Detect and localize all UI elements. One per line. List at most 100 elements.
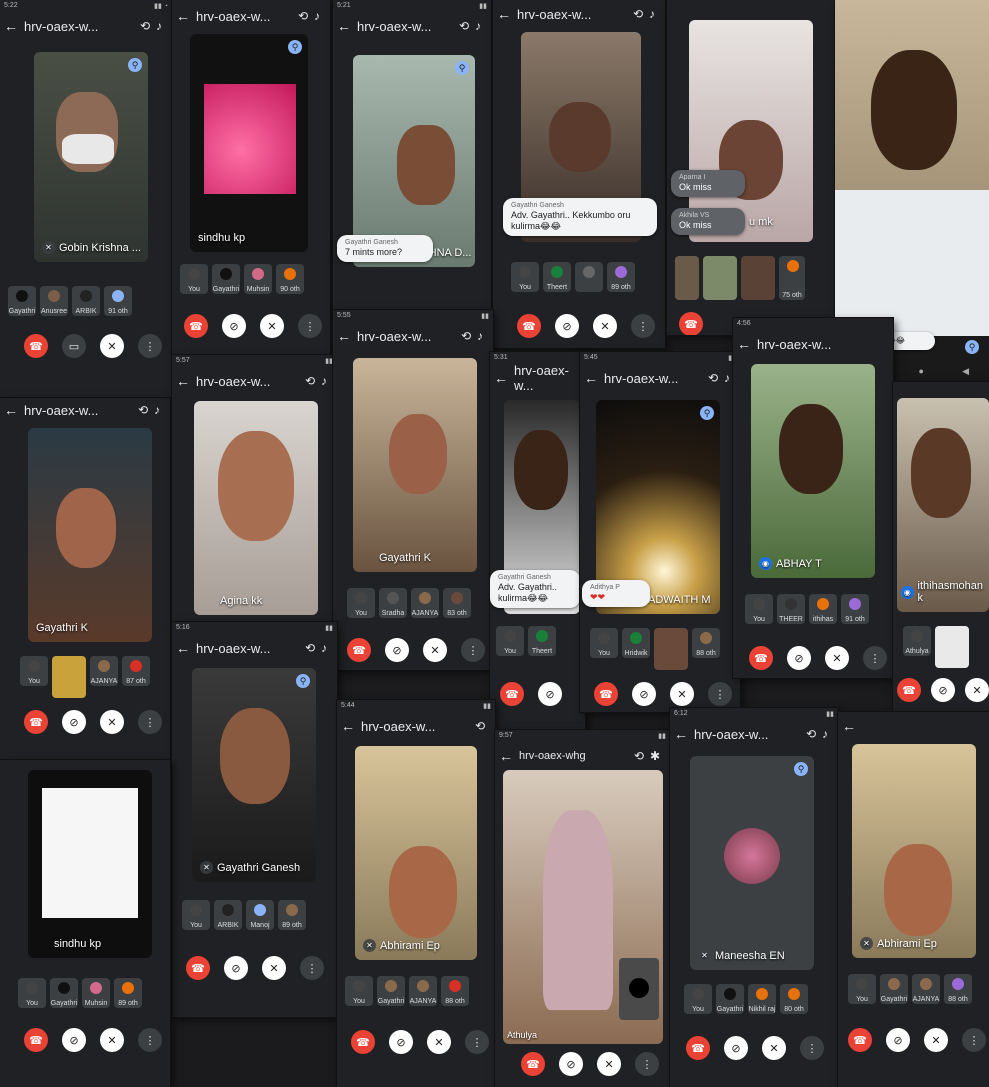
speaker-icon[interactable]: ⟲♪ xyxy=(298,9,326,23)
camera-off-button[interactable]: ⊘ xyxy=(559,1052,583,1076)
participant-tile[interactable]: Gayathri xyxy=(212,264,240,294)
speaker-icon[interactable]: ⟲♪ xyxy=(138,403,166,417)
meeting-code[interactable]: hrv-oaex-w... xyxy=(24,19,98,34)
camera-off-button[interactable]: ⊘ xyxy=(62,1028,86,1052)
back-arrow-icon[interactable]: ← xyxy=(499,748,513,764)
back-arrow-icon[interactable]: ← xyxy=(4,18,18,34)
chat-bubble[interactable]: Aparna I Ok miss xyxy=(671,170,745,198)
participant-strip[interactable]: You Sradha AJANYA 83 oth xyxy=(347,588,471,618)
camera-button[interactable]: ▭ xyxy=(62,334,86,358)
participant-tile[interactable]: You xyxy=(180,264,208,294)
participant-tile[interactable]: AJANYA xyxy=(409,976,437,1006)
back-arrow-icon[interactable]: ← xyxy=(497,6,511,22)
participant-tile[interactable]: AJANYA xyxy=(912,974,940,1004)
camera-off-button[interactable]: ⊘ xyxy=(724,1036,748,1060)
back-arrow-icon[interactable]: ← xyxy=(584,370,598,386)
chat-bubble[interactable]: Akhila VS Ok miss xyxy=(671,208,745,236)
more-options-button[interactable]: ⋮ xyxy=(298,314,322,338)
meeting-code[interactable]: hrv-oaex-w... xyxy=(357,19,431,34)
end-call-button[interactable]: ☎ xyxy=(24,1028,48,1052)
speaker-icon[interactable]: ⟲♪ xyxy=(461,329,489,343)
more-options-button[interactable]: ⋮ xyxy=(138,710,162,734)
mute-button[interactable]: ✕ xyxy=(262,956,286,980)
participant-tile[interactable]: Hridwik xyxy=(622,628,650,658)
more-options-button[interactable]: ⋮ xyxy=(631,314,655,338)
participant-strip[interactable]: 75 oth xyxy=(675,256,805,300)
participant-tile[interactable] xyxy=(741,256,775,300)
participant-strip[interactable]: You Theert 89 oth xyxy=(511,262,635,292)
participant-tile[interactable]: 91 oth xyxy=(104,286,132,316)
participant-tile[interactable]: You xyxy=(20,656,48,686)
back-arrow-icon[interactable]: ← xyxy=(737,336,751,352)
camera-off-button[interactable]: ⊘ xyxy=(787,646,811,670)
participant-tile[interactable]: You xyxy=(182,900,210,930)
participant-strip[interactable]: You THEER ithihas 91 oth xyxy=(745,594,869,624)
mute-button[interactable]: ✕ xyxy=(260,314,284,338)
participant-tile[interactable]: AJANYA xyxy=(411,588,439,618)
participant-tile[interactable]: Gayathri xyxy=(716,984,744,1014)
participant-tile[interactable]: You xyxy=(496,626,524,656)
participant-tile[interactable]: 87 oth xyxy=(122,656,150,686)
mute-button[interactable]: ✕ xyxy=(100,1028,124,1052)
participant-tile[interactable]: You xyxy=(18,978,46,1008)
participant-strip[interactable]: Gayathri Anusree ARBIK 91 oth xyxy=(8,286,132,316)
participant-tile[interactable]: You xyxy=(345,976,373,1006)
participant-strip[interactable]: You Hridwik 88 oth xyxy=(590,628,720,670)
meeting-code[interactable]: hrv-oaex-w... xyxy=(757,337,831,352)
back-arrow-icon[interactable]: ← xyxy=(176,640,190,656)
end-call-button[interactable]: ☎ xyxy=(521,1052,545,1076)
participant-tile[interactable]: Muhsin xyxy=(244,264,272,294)
pin-icon[interactable]: ⚲ xyxy=(288,40,302,54)
participant-strip[interactable]: You Gayathri AJANYA 88 oth xyxy=(848,974,972,1004)
participant-tile[interactable] xyxy=(703,256,737,300)
participant-strip[interactable]: You AJANYA 87 oth xyxy=(20,656,150,698)
camera-off-button[interactable]: ⊘ xyxy=(389,1030,413,1054)
pin-icon[interactable]: ⚲ xyxy=(128,58,142,72)
end-call-button[interactable]: ☎ xyxy=(24,710,48,734)
participant-tile[interactable] xyxy=(654,628,688,670)
bluetooth-icon[interactable]: ⟲✱ xyxy=(634,749,666,763)
participant-tile[interactable]: Athulya xyxy=(903,626,931,656)
self-view[interactable] xyxy=(619,958,659,1020)
meeting-code[interactable]: hrv-oaex-w... xyxy=(24,403,98,418)
participant-tile[interactable]: 89 oth xyxy=(278,900,306,930)
participant-tile[interactable]: ithihas xyxy=(809,594,837,624)
back-arrow-icon[interactable]: ← xyxy=(176,8,190,24)
participant-tile[interactable]: THEER xyxy=(777,594,805,624)
meeting-code[interactable]: hrv-oaex-w... xyxy=(196,641,270,656)
end-call-button[interactable]: ☎ xyxy=(24,334,48,358)
participant-tile[interactable]: You xyxy=(684,984,712,1014)
mute-button[interactable]: ✕ xyxy=(100,710,124,734)
more-options-button[interactable]: ⋮ xyxy=(300,956,324,980)
pin-icon[interactable]: ⚲ xyxy=(700,406,714,420)
back-arrow-icon[interactable]: ← xyxy=(494,370,508,386)
end-call-button[interactable]: ☎ xyxy=(594,682,618,706)
end-call-button[interactable]: ☎ xyxy=(186,956,210,980)
meeting-code[interactable]: hrv-oaex-w... xyxy=(196,9,270,24)
participant-tile[interactable]: Muhsin xyxy=(82,978,110,1008)
switch-camera-icon[interactable]: ⟲♪ xyxy=(140,19,168,33)
meeting-code[interactable]: hrv-oaex-w... xyxy=(517,7,591,22)
camera-off-button[interactable]: ⊘ xyxy=(222,314,246,338)
speaker-icon[interactable]: ⟲♪ xyxy=(305,374,333,388)
end-call-button[interactable]: ☎ xyxy=(184,314,208,338)
back-arrow-icon[interactable]: ← xyxy=(674,726,688,742)
mute-button[interactable]: ✕ xyxy=(427,1030,451,1054)
more-options-button[interactable]: ⋮ xyxy=(138,1028,162,1052)
more-options-button[interactable]: ⋮ xyxy=(461,638,485,662)
participant-tile[interactable]: ARBIK xyxy=(72,286,100,316)
speaker-icon[interactable]: ⟲♪ xyxy=(305,641,333,655)
participant-tile[interactable]: Theert xyxy=(543,262,571,292)
back-arrow-icon[interactable]: ← xyxy=(4,402,18,418)
participant-tile[interactable]: 89 oth xyxy=(607,262,635,292)
more-options-button[interactable]: ⋮ xyxy=(138,334,162,358)
mute-button[interactable]: ✕ xyxy=(597,1052,621,1076)
participant-strip[interactable]: You Gayathri Muhsin 90 oth xyxy=(180,264,304,294)
participant-tile[interactable]: 88 oth xyxy=(692,628,720,658)
camera-off-button[interactable]: ⊘ xyxy=(62,710,86,734)
back-arrow-icon[interactable]: ← xyxy=(341,718,355,734)
pin-icon[interactable]: ⚲ xyxy=(455,61,469,75)
more-options-button[interactable]: ⋮ xyxy=(635,1052,659,1076)
participant-tile[interactable]: 90 oth xyxy=(276,264,304,294)
speaker-icon[interactable]: ⟲♪ xyxy=(633,7,661,21)
